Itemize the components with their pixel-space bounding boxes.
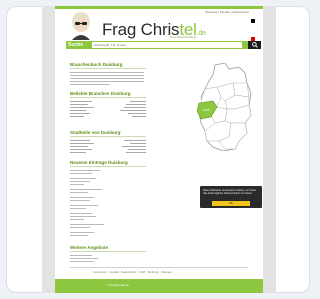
footer-divider (70, 267, 248, 268)
entry-title[interactable] (70, 213, 92, 214)
entry-address (70, 200, 90, 201)
new-entries-heading: Neueste Einträge Duisburg (70, 160, 128, 165)
divider (70, 68, 146, 69)
logo-text: Frag Chris (102, 20, 180, 39)
cookie-banner: Diese Webseite verwendet Cookies, um Ihn… (200, 186, 262, 208)
search-bar: Suche (66, 41, 261, 49)
flag-black (251, 19, 255, 23)
intro-text-line (70, 84, 110, 85)
district-links[interactable] (70, 140, 146, 155)
intro-text-line (70, 75, 144, 76)
intro-text-line (70, 81, 144, 82)
entry-address (70, 181, 90, 182)
search-icon (251, 42, 258, 48)
entry-title[interactable] (70, 189, 102, 190)
popular-links[interactable] (70, 101, 146, 119)
entry-title[interactable] (70, 178, 96, 179)
entry-address (70, 208, 86, 209)
entry-address (70, 192, 88, 193)
cookie-accept-button[interactable]: Ok (212, 201, 250, 206)
intro-text-line (70, 72, 144, 73)
partner-heading: Weitere Angebote (70, 245, 109, 250)
divider (70, 97, 146, 98)
entry-address (70, 235, 88, 236)
divider (70, 136, 146, 137)
cookie-text: Diese Webseite verwendet Cookies, um Ihn… (203, 189, 257, 195)
search-input[interactable] (92, 42, 242, 48)
logo-domain: .de (196, 30, 206, 37)
tagline: Dein Branchenbuch (170, 35, 197, 39)
divider (70, 251, 146, 252)
partner-link[interactable] (70, 258, 98, 259)
intro-text-line (70, 78, 144, 79)
entry-title[interactable] (70, 197, 94, 198)
entry-address (70, 216, 96, 217)
entry-address (70, 173, 92, 174)
entry-address (70, 184, 84, 185)
footer-bar (55, 279, 263, 293)
germany-map[interactable]: NRW (195, 63, 253, 151)
svg-text:NRW: NRW (203, 108, 210, 112)
copyright: © FragChristel.de (107, 283, 129, 287)
entry-address (70, 219, 84, 220)
top-accent-line (55, 6, 263, 9)
web-page: Werbung | Kontakt | Datenschutz Frag Chr… (55, 6, 263, 293)
top-links[interactable]: Werbung | Kontakt | Datenschutz (205, 10, 249, 14)
entry-title[interactable] (70, 232, 94, 233)
search-button[interactable] (248, 41, 261, 49)
language-flags[interactable] (250, 10, 259, 41)
partner-link[interactable] (70, 261, 94, 262)
partner-link[interactable] (70, 255, 92, 256)
entry-title[interactable] (70, 224, 104, 225)
districts-heading: Stadtteile von Duisburg (70, 130, 121, 135)
popular-heading: Beliebte Branchen Duisburg (70, 91, 131, 96)
intro-heading: Branchenbuch Duisburg (70, 62, 123, 67)
footer-links[interactable]: Impressum · Kontakt · Datenschutz · AGB … (93, 270, 172, 274)
christel-avatar (70, 10, 92, 40)
entry-title[interactable] (70, 170, 100, 171)
divider (70, 166, 146, 167)
search-label: Suche (68, 42, 84, 48)
entry-title[interactable] (70, 205, 98, 206)
entry-address (70, 227, 90, 228)
